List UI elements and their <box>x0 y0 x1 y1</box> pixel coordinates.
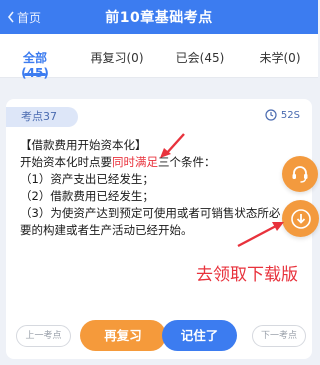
active-tab-indicator <box>24 73 46 76</box>
review-again-button[interactable]: 再复习 <box>80 320 166 351</box>
tab-known[interactable]: 已会(45) <box>172 49 228 69</box>
card-item-2: （2）借款费用已经发生； <box>20 189 154 203</box>
line1-highlight: 同时满足 <box>112 155 158 169</box>
clock-icon <box>265 109 277 121</box>
annotation-arrow-download-icon <box>237 222 284 248</box>
next-point-button[interactable]: 下一考点 <box>252 325 306 347</box>
tab-bar: 全部(45) 再复习(0) 已会(45) 未学(0) <box>0 34 318 80</box>
tab-all[interactable]: 全部(45) <box>10 49 60 80</box>
remembered-button[interactable]: 记住了 <box>162 320 237 351</box>
prev-point-button[interactable]: 上一考点 <box>16 325 71 347</box>
customer-service-button[interactable] <box>282 156 318 192</box>
line1-pre: 开始资本化时点要 <box>20 155 112 169</box>
download-button[interactable] <box>282 200 319 237</box>
tab-unlearned[interactable]: 未学(0) <box>255 49 305 69</box>
timer: 52S <box>265 109 300 121</box>
annotation-arrow-icon <box>160 133 185 158</box>
card-line-1: 开始资本化时点要同时满足三个条件： <box>20 154 290 171</box>
card-tag: 考点37 <box>6 107 78 127</box>
card-title: 【借款费用开始资本化】 <box>20 138 147 152</box>
top-bar: 首页 前10章基础考点 <box>0 0 318 34</box>
card-item-1: （1）资产支出已经发生； <box>20 172 154 186</box>
headset-icon <box>292 166 308 183</box>
download-icon <box>290 208 311 229</box>
timer-value: 52S <box>280 109 300 121</box>
tab-review[interactable]: 再复习(0) <box>86 49 148 69</box>
annotation-text: 去领取下载版 <box>196 265 298 285</box>
page-title: 前10章基础考点 <box>105 10 213 26</box>
